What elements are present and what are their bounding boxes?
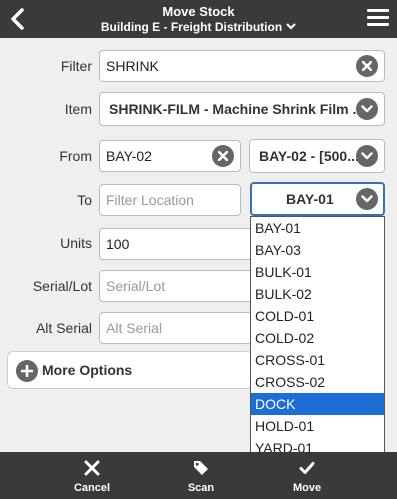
item-label: Item — [64, 101, 92, 117]
checkmark-icon — [299, 460, 315, 481]
dropdown-option[interactable]: COLD-01 — [251, 305, 384, 327]
item-value: SHRINK-FILM - Machine Shrink Film ... — [109, 101, 365, 117]
dropdown-option[interactable]: BULK-02 — [251, 283, 384, 305]
filter-value: SHRINK — [106, 58, 159, 74]
location-name: Building E - Freight Distribution — [100, 20, 283, 34]
filter-label: Filter — [60, 58, 92, 74]
app-header: Move Stock Building E - Freight Distribu… — [0, 0, 397, 38]
close-icon — [218, 151, 228, 161]
dropdown-option[interactable]: COLD-02 — [251, 327, 384, 349]
move-label: Move — [292, 482, 322, 494]
move-button[interactable]: Move — [257, 452, 357, 499]
to-location-dropdown[interactable]: BAY-01 BAY-03 BULK-01 BULK-02 COLD-01 CO… — [250, 216, 385, 461]
to-filter-input[interactable]: Filter Location — [99, 184, 241, 216]
alt-serial-label: Alt Serial — [35, 320, 92, 336]
chevron-down-icon — [356, 145, 378, 167]
dropdown-option-highlighted[interactable]: DOCK — [251, 393, 384, 415]
item-select[interactable]: SHRINK-FILM - Machine Shrink Film ... — [99, 92, 385, 126]
dropdown-option[interactable]: HOLD-01 — [251, 415, 384, 437]
chevron-down-icon — [286, 19, 296, 33]
from-select-value: BAY-02 - [500... — [259, 148, 359, 164]
hamburger-menu-icon[interactable] — [367, 9, 389, 29]
plus-icon — [16, 360, 38, 382]
units-value: 100 — [106, 236, 130, 252]
alt-serial-input[interactable]: Alt Serial — [99, 312, 259, 344]
from-input-value: BAY-02 — [106, 148, 152, 164]
dropdown-option[interactable]: BAY-01 — [251, 217, 384, 239]
dropdown-option[interactable]: CROSS-02 — [251, 371, 384, 393]
more-options-button[interactable]: More Options — [7, 351, 253, 389]
clear-from-button[interactable] — [212, 145, 234, 167]
units-label: Units — [60, 235, 92, 251]
units-input[interactable]: 100 — [99, 228, 259, 260]
serial-lot-placeholder: Serial/Lot — [106, 278, 166, 294]
from-location-select[interactable]: BAY-02 - [500... — [249, 139, 385, 173]
serial-lot-input[interactable]: Serial/Lot — [99, 270, 259, 302]
dropdown-option[interactable]: BAY-03 — [251, 239, 384, 261]
to-filter-placeholder: Filter Location — [106, 192, 194, 208]
chevron-down-icon — [356, 98, 378, 120]
tag-icon — [193, 460, 209, 481]
close-icon — [84, 460, 100, 481]
alt-serial-placeholder: Alt Serial — [106, 320, 163, 336]
clear-filter-button[interactable] — [356, 55, 378, 77]
location-selector[interactable]: Building E - Freight Distribution — [0, 19, 397, 34]
to-select-value: BAY-01 — [286, 191, 334, 207]
from-label: From — [59, 148, 92, 164]
scan-button[interactable]: Scan — [151, 452, 251, 499]
cancel-button[interactable]: Cancel — [42, 452, 142, 499]
bottom-toolbar: Cancel Scan Move — [0, 452, 397, 499]
page-title: Move Stock — [162, 4, 235, 19]
filter-input[interactable]: SHRINK — [99, 50, 385, 82]
to-label: To — [77, 192, 92, 208]
scan-label: Scan — [187, 482, 215, 494]
chevron-down-icon — [356, 188, 378, 210]
to-location-select[interactable]: BAY-01 — [250, 182, 385, 216]
cancel-label: Cancel — [73, 482, 111, 494]
from-input[interactable]: BAY-02 — [99, 140, 241, 172]
more-options-label: More Options — [42, 362, 133, 378]
dropdown-option[interactable]: CROSS-01 — [251, 349, 384, 371]
close-icon — [362, 61, 372, 71]
serial-lot-label: Serial/Lot — [32, 278, 92, 294]
dropdown-option[interactable]: BULK-01 — [251, 261, 384, 283]
